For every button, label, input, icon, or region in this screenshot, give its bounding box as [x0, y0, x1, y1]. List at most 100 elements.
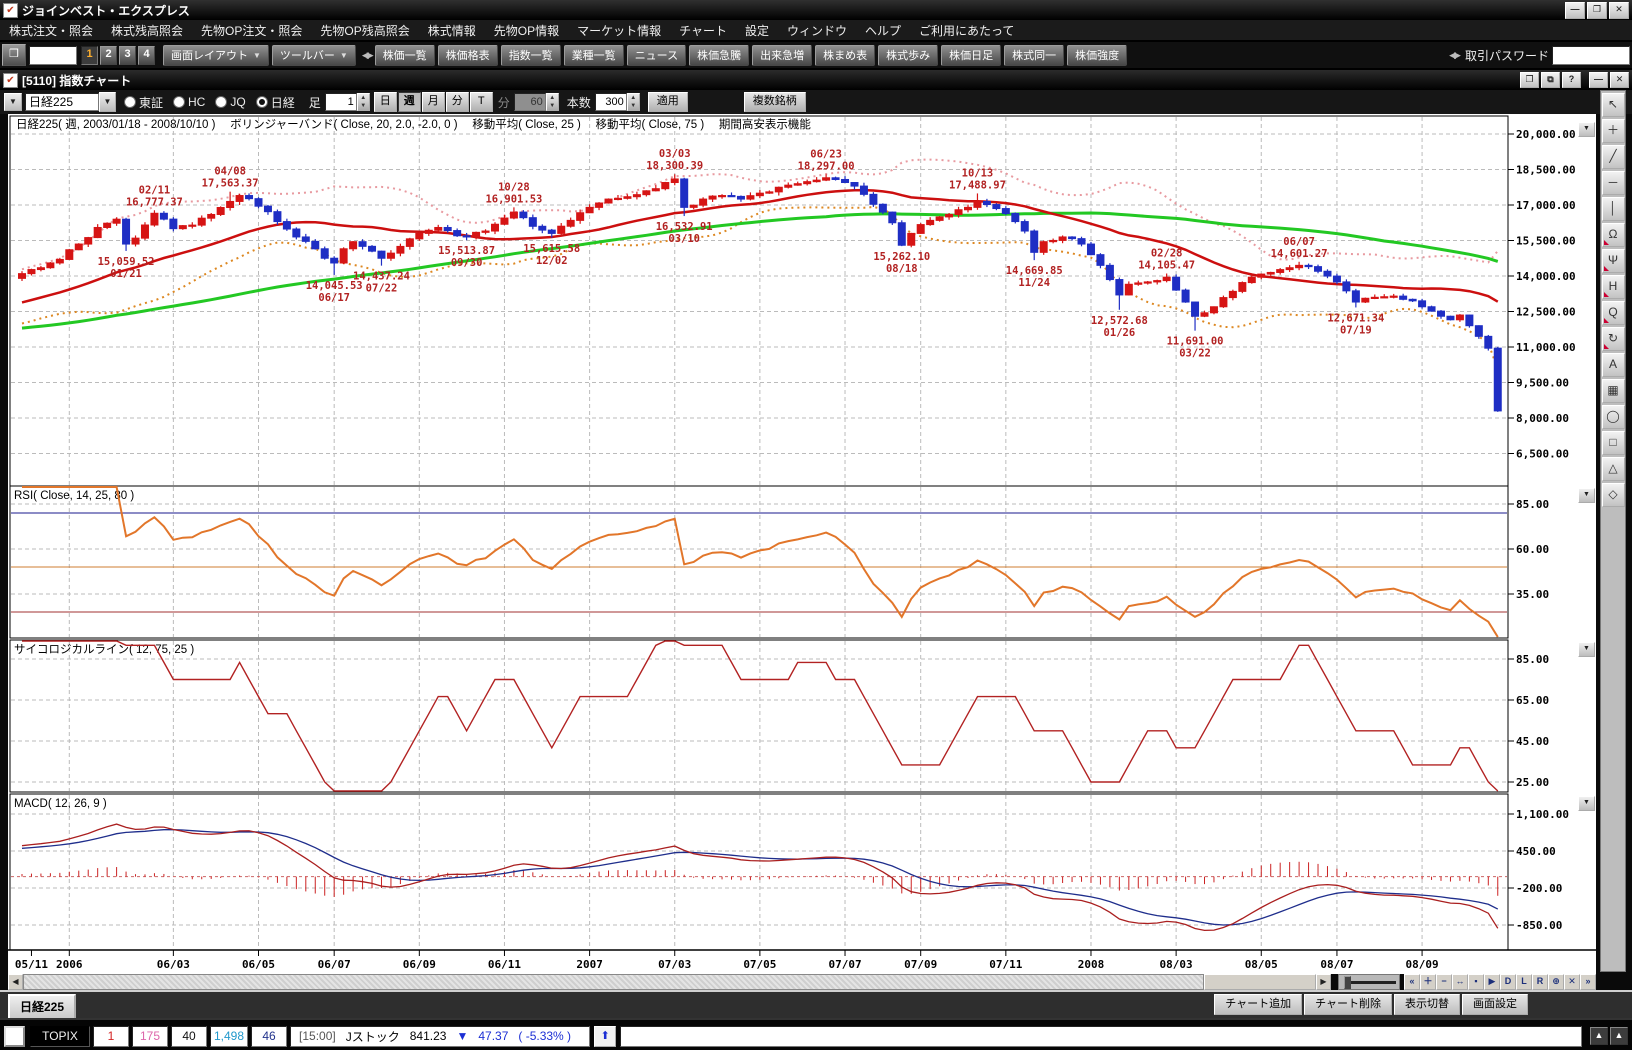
chart-action-3[interactable]: 表示切替 — [1394, 994, 1460, 1015]
market-radio-HC[interactable]: HC — [173, 94, 205, 111]
play-icon[interactable]: ▶ — [1484, 974, 1500, 990]
menu-item-3[interactable]: 先物OP注文・照会 — [192, 22, 311, 39]
toolbar-button-11[interactable]: 株式同一 — [1004, 45, 1064, 66]
chart-action-2[interactable]: チャート削除 — [1304, 994, 1392, 1015]
toolbar-button-12[interactable]: 株価強度 — [1067, 45, 1127, 66]
bars-stepper[interactable]: ▲▼ — [595, 93, 640, 111]
panel-up-icon[interactable]: ▲ — [1610, 1027, 1628, 1045]
toolbar-button-10[interactable]: 株価日足 — [941, 45, 1001, 66]
layout-button-3[interactable]: 3 — [119, 46, 136, 65]
toolbar-button-6[interactable]: 株価急騰 — [689, 45, 749, 66]
log-scale-icon[interactable]: L — [1516, 974, 1532, 990]
symbol-select[interactable]: 日経225 ▼ — [25, 92, 116, 112]
ashi-stepper[interactable]: ▲▼ — [325, 93, 370, 111]
status-toggle-button[interactable] — [4, 1026, 25, 1047]
menu-item-7[interactable]: マーケット情報 — [568, 22, 670, 39]
jump-left-icon[interactable]: « — [1404, 974, 1420, 990]
scrollbar-track[interactable] — [23, 974, 1204, 990]
toolbar-button-4[interactable]: 業種一覧 — [564, 45, 624, 66]
zoom-out-icon[interactable]: − — [1436, 974, 1452, 990]
tab-nikkei225[interactable]: 日経225 — [8, 994, 76, 1018]
spinner-icon[interactable]: ▲▼ — [627, 93, 640, 111]
high-low-pattern-icon[interactable]: H — [1602, 275, 1625, 299]
toolbar-button-7[interactable]: 出来急増 — [752, 45, 812, 66]
minimize-icon[interactable]: — — [1589, 72, 1608, 88]
toolbar-grip-icon[interactable]: ◀▶ — [362, 50, 372, 61]
close-icon[interactable]: ✕ — [1609, 2, 1629, 19]
ellipse-tool-icon[interactable]: ◯ — [1602, 405, 1625, 429]
menu-item-8[interactable]: チャート — [670, 22, 736, 39]
grid-icon[interactable]: ▦ — [1602, 379, 1625, 403]
rectangle-tool-icon[interactable]: □ — [1602, 431, 1625, 455]
help-icon[interactable]: ? — [1562, 72, 1581, 88]
symbol-history-icon[interactable]: ▼ — [4, 93, 22, 111]
period-button-日[interactable]: 日 — [374, 92, 397, 112]
layout-cascade-icon[interactable]: ❒ — [2, 44, 26, 66]
menu-item-4[interactable]: 先物OP残高照会 — [311, 22, 418, 39]
cycle-icon[interactable]: ↻ — [1602, 327, 1625, 351]
clear-icon[interactable]: ✕ — [1564, 974, 1580, 990]
menu-item-2[interactable]: 株式残高照会 — [102, 22, 192, 39]
menu-item-10[interactable]: ウィンドウ — [778, 22, 856, 39]
hline-icon[interactable]: ─ — [1602, 171, 1625, 195]
period-button-週[interactable]: 週 — [398, 92, 421, 112]
pointer-icon[interactable]: ↖ — [1602, 93, 1625, 117]
layout-button-4[interactable]: 4 — [138, 46, 155, 65]
chart-action-1[interactable]: チャート追加 — [1214, 994, 1302, 1015]
stop-icon[interactable]: ▪ — [1468, 974, 1484, 990]
vline-icon[interactable]: │ — [1602, 197, 1625, 221]
trendline-icon[interactable]: ╱ — [1602, 145, 1625, 169]
toolbar-button-2[interactable]: 株価格表 — [438, 45, 498, 66]
toolbar-button-5[interactable]: ニュース — [627, 45, 686, 66]
toolbar-button-3[interactable]: 指数一覧 — [501, 45, 561, 66]
reset-icon[interactable]: R — [1532, 974, 1548, 990]
toolbar-button-1[interactable]: 株価一覧 — [375, 45, 435, 66]
layout-button-2[interactable]: 2 — [100, 46, 117, 65]
layout-button-1[interactable]: 1 — [81, 46, 98, 65]
period-button-月[interactable]: 月 — [422, 92, 445, 112]
fit-width-icon[interactable]: ↔ — [1452, 974, 1468, 990]
alert-icon[interactable]: Ω — [1602, 223, 1625, 247]
apply-button[interactable]: 適用 — [648, 92, 688, 112]
period-button-分[interactable]: 分 — [446, 92, 469, 112]
eraser-icon[interactable]: ◇ — [1602, 483, 1625, 507]
rsi-panel-menu-icon[interactable]: ▼ — [1578, 488, 1595, 503]
menu-item-6[interactable]: 先物OP情報 — [485, 22, 568, 39]
index-name[interactable]: TOPIX — [30, 1026, 90, 1047]
toolbar-menu-button[interactable]: ツールバー▼ — [272, 45, 356, 66]
menu-item-5[interactable]: 株式情報 — [419, 22, 485, 39]
crosshair-icon[interactable]: ＋ — [1602, 119, 1625, 143]
menu-item-9[interactable]: 設定 — [736, 22, 778, 39]
zoom-slider[interactable] — [1338, 974, 1400, 990]
scrollbar-thumb[interactable] — [1204, 974, 1316, 990]
close-icon[interactable]: ✕ — [1610, 72, 1629, 88]
market-radio-東証[interactable]: 東証 — [124, 94, 163, 111]
zoom-in-icon[interactable]: ＋ — [1420, 974, 1436, 990]
toolbar-button-9[interactable]: 株式歩み — [878, 45, 938, 66]
popout-icon[interactable]: ❐ — [1520, 72, 1539, 88]
period-button-T[interactable]: T — [470, 92, 493, 112]
scroll-right-icon[interactable]: ▶ — [1316, 974, 1331, 990]
quick-screen-input[interactable] — [29, 46, 77, 65]
magnify-icon[interactable]: ⊕ — [1548, 974, 1564, 990]
scroll-left-icon[interactable]: ◀ — [8, 974, 23, 990]
chart-action-4[interactable]: 画面設定 — [1462, 994, 1528, 1015]
restore-icon[interactable]: ❐ — [1587, 2, 1607, 19]
pitchfork-icon[interactable]: Ψ — [1602, 249, 1625, 273]
chevron-down-icon[interactable]: ▼ — [99, 92, 116, 112]
trade-password-input[interactable] — [1552, 46, 1630, 65]
macd-panel-menu-icon[interactable]: ▼ — [1578, 796, 1595, 811]
daily-mode-icon[interactable]: D — [1500, 974, 1516, 990]
screen-layout-button[interactable]: 画面レイアウト▼ — [163, 45, 269, 66]
quote-icon[interactable]: Q — [1602, 301, 1625, 325]
ashi-input[interactable] — [325, 93, 357, 111]
menu-item-12[interactable]: ご利用にあたって — [910, 22, 1023, 39]
duplicate-icon[interactable]: ⧉ — [1541, 72, 1560, 88]
main-panel-menu-icon[interactable]: ▼ — [1578, 122, 1595, 137]
toolbar-button-8[interactable]: 株まめ表 — [815, 45, 875, 66]
jump-right-icon[interactable]: » — [1580, 974, 1596, 990]
market-radio-JQ[interactable]: JQ — [215, 94, 245, 111]
panel-up-icon[interactable]: ▲ — [1590, 1027, 1608, 1045]
minimize-icon[interactable]: — — [1565, 2, 1585, 19]
multi-symbol-button[interactable]: 複数銘柄 — [744, 92, 806, 112]
